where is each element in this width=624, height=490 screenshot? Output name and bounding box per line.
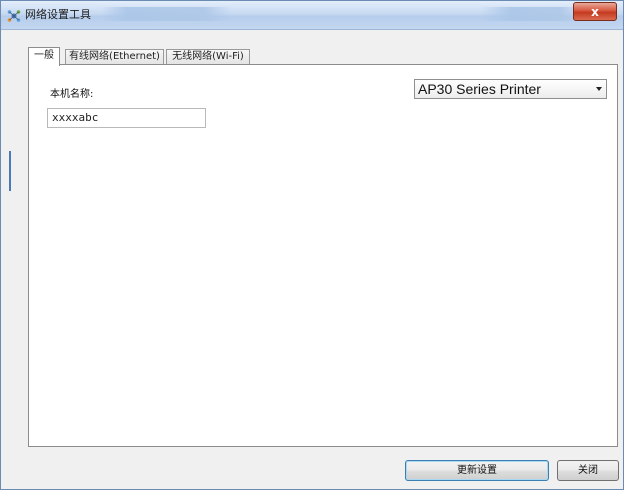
title-bar[interactable]: 网络设置工具 x xyxy=(1,1,623,30)
title-blur-decoration-right xyxy=(481,7,581,21)
title-blur-decoration xyxy=(101,7,231,21)
hostname-label: 本机名称: xyxy=(50,89,94,100)
close-button[interactable]: 关闭 xyxy=(557,460,619,481)
window-close-button[interactable]: x xyxy=(573,2,617,21)
window-title: 网络设置工具 xyxy=(25,8,91,21)
tab-wifi[interactable]: 无线网络(Wi-Fi) xyxy=(166,49,250,65)
update-settings-button[interactable]: 更新设置 xyxy=(405,460,549,481)
printer-select[interactable]: AP30 Series Printer xyxy=(414,79,607,99)
general-tab-panel: 本机名称: xxxxabc AP30 Series Printer xyxy=(28,64,618,447)
tab-general[interactable]: 一般 xyxy=(28,47,60,66)
window-edge-highlight xyxy=(9,151,11,191)
network-settings-app-icon xyxy=(7,8,21,22)
dropdown-arrow-icon xyxy=(596,87,602,91)
app-window: 网络设置工具 x 一般 有线网络(Ethernet) 无线网络(Wi-Fi) 本… xyxy=(0,0,624,490)
hostname-input[interactable]: xxxxabc xyxy=(47,108,206,128)
tab-ethernet[interactable]: 有线网络(Ethernet) xyxy=(65,49,164,65)
printer-select-value: AP30 Series Printer xyxy=(418,81,541,97)
